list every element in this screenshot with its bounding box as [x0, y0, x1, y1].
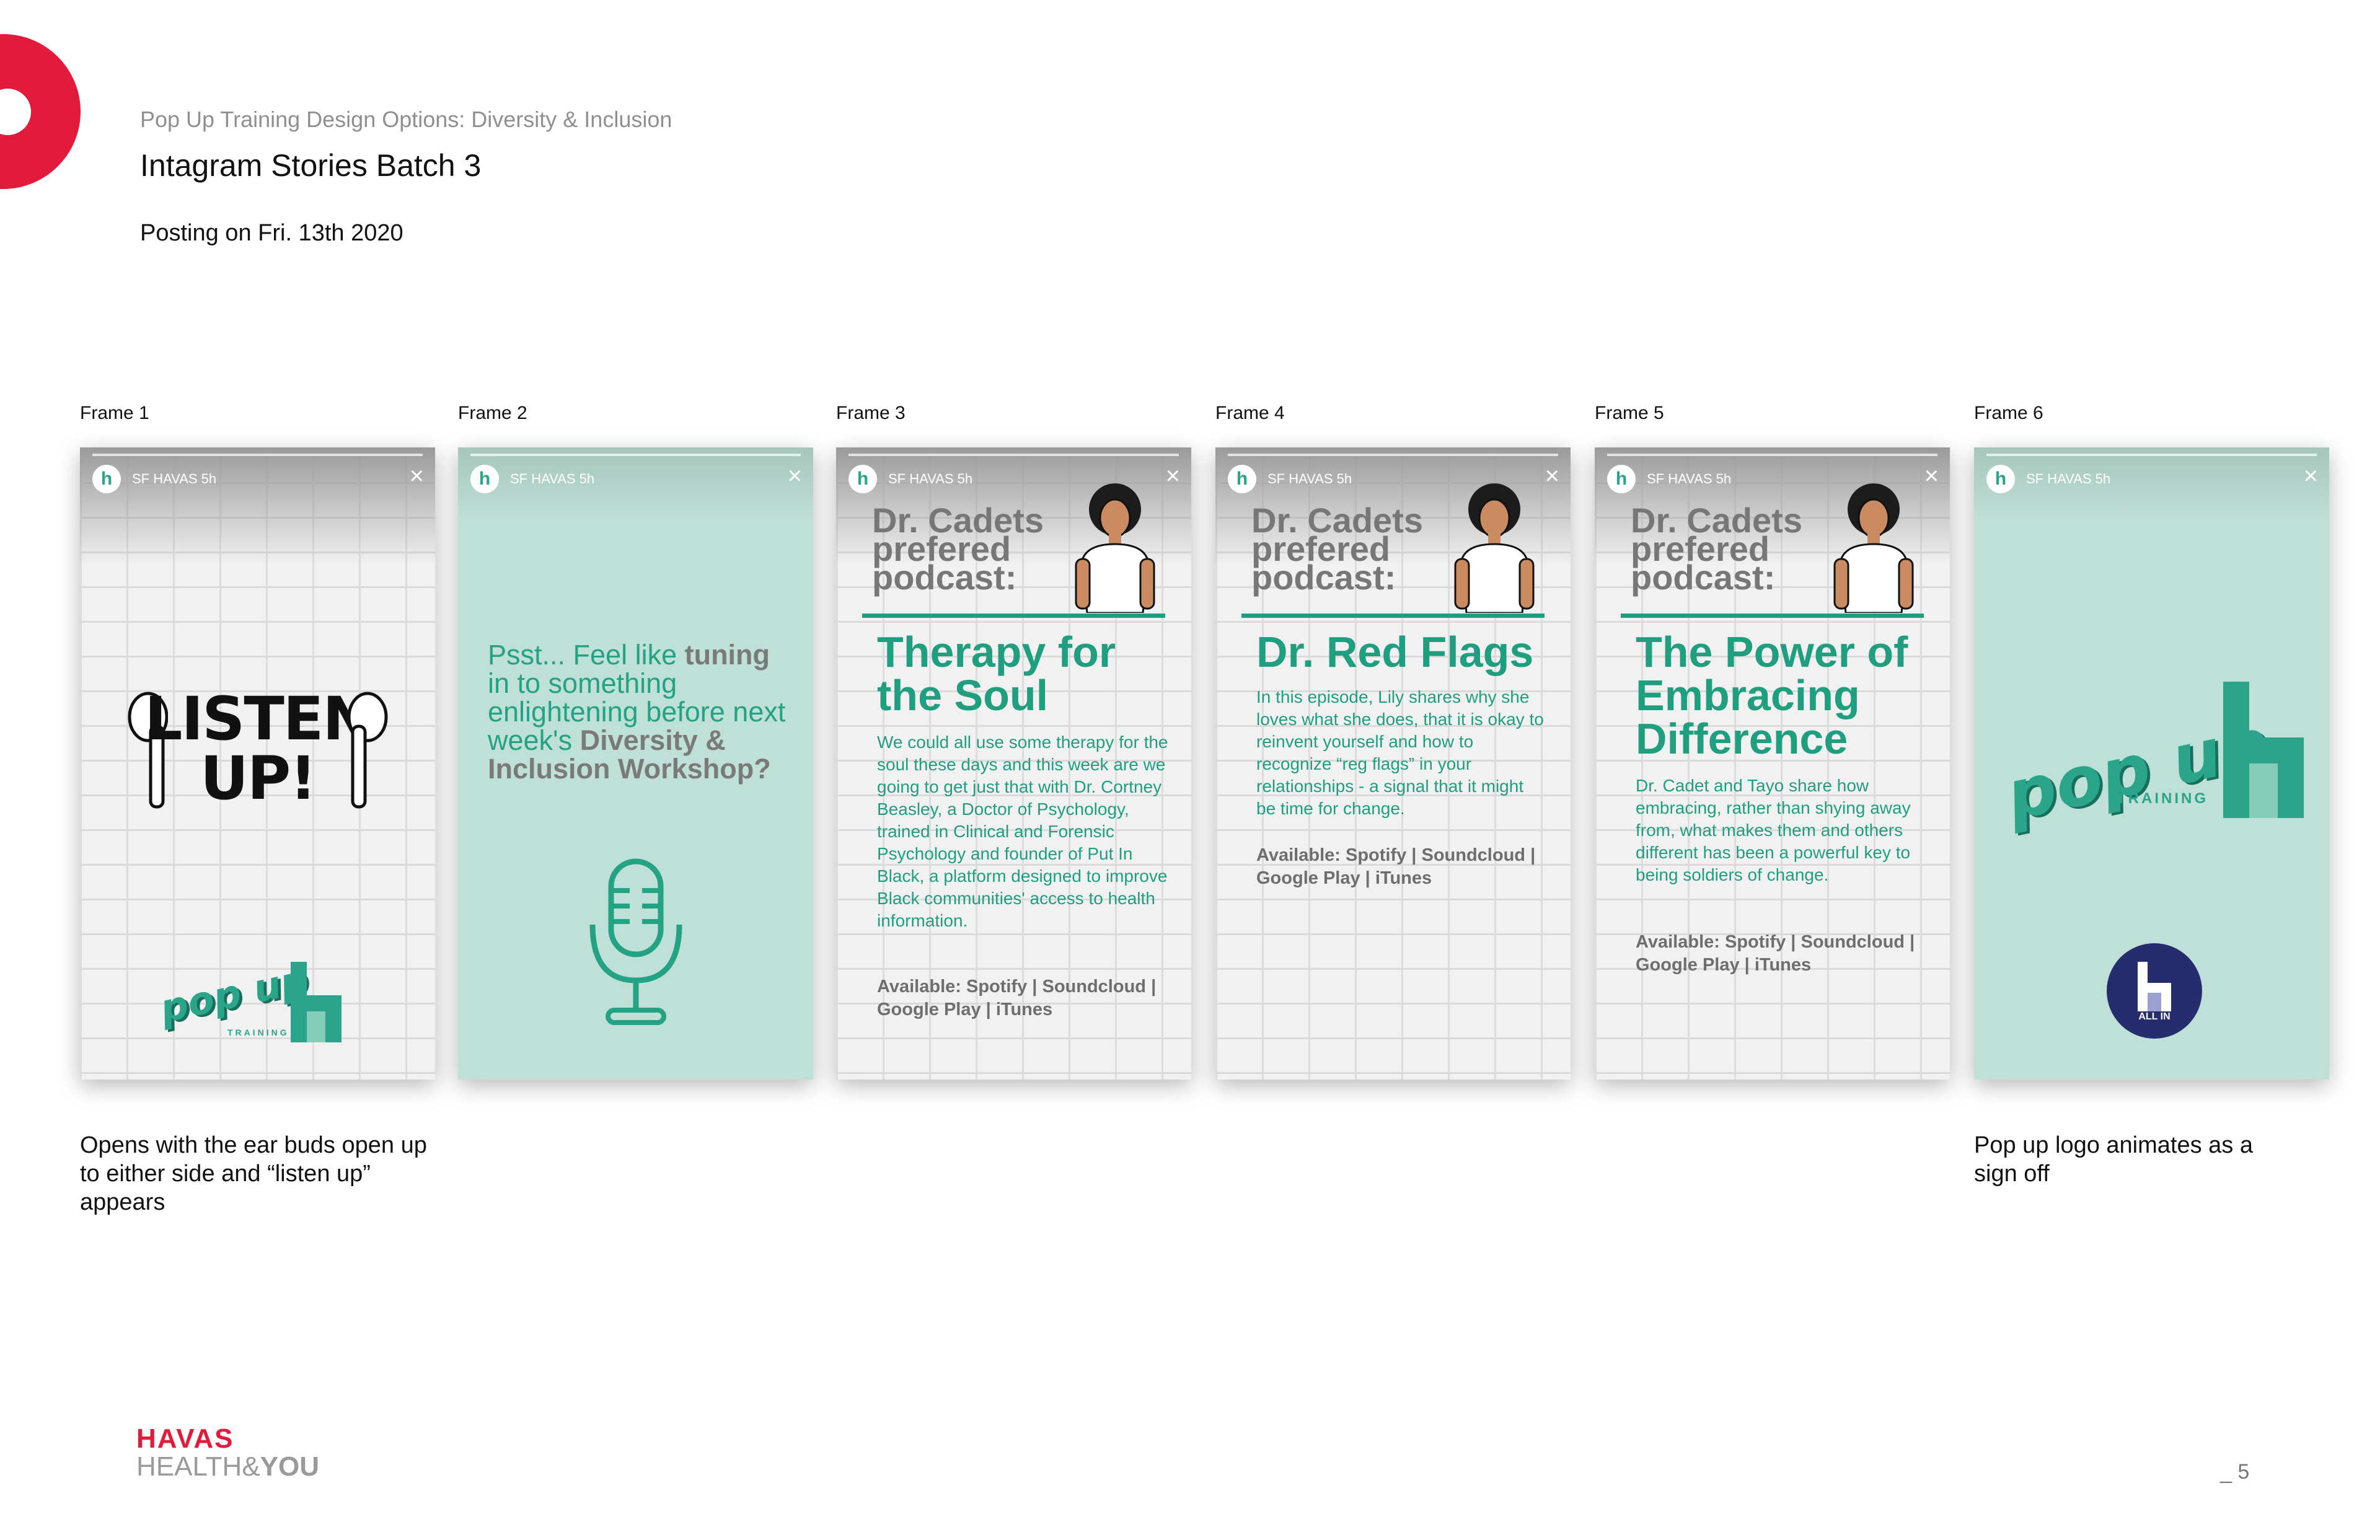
close-icon[interactable]: × — [2304, 464, 2318, 488]
story-progress-bar — [848, 454, 1179, 456]
psst-message: Psst... Feel like tuning in to something… — [488, 641, 798, 783]
health-and-you: HEALTH&YOU — [136, 1453, 319, 1481]
story-frame-1: h SF HAVAS 5h × LISTEN UP! pop up TRAINI… — [80, 447, 435, 1080]
header-divider — [1621, 614, 1924, 618]
all-in-text: ALL IN — [2138, 1011, 2171, 1022]
doctor-illustration — [1833, 483, 1914, 613]
doctor-illustration — [1075, 483, 1155, 613]
health-text: HEALTH& — [136, 1451, 260, 1482]
havas-h-icon: h — [1986, 465, 2015, 493]
podcast-header: Dr. Cadets prefered podcast: — [872, 501, 1044, 597]
havas-h-icon — [291, 962, 342, 1042]
page-title: Intagram Stories Batch 3 — [140, 148, 482, 183]
havas-brand-logo: HAVAS HEALTH&YOU — [136, 1425, 319, 1481]
episode-title: Therapy for the Soul — [877, 628, 1116, 719]
close-icon[interactable]: × — [1166, 464, 1180, 488]
havas-h-icon: h — [470, 465, 499, 493]
episode-description: In this episode, Lily shares why she lov… — [1256, 687, 1544, 818]
availability: Available: Spotify | Soundcloud | Google… — [1256, 845, 1536, 888]
havas-h-icon — [2223, 682, 2304, 818]
story-frame-6: h SF HAVAS 5h × pop up TRAINING ALL IN — [1974, 447, 2329, 1080]
episode-title: The Power of Embracing Difference — [1636, 628, 1908, 763]
close-icon[interactable]: × — [1545, 464, 1559, 488]
episode-description: We could all use some therapy for the so… — [877, 733, 1168, 930]
story-username: SF HAVAS 5h — [1647, 471, 1732, 486]
close-icon[interactable]: × — [410, 464, 424, 488]
training-label: TRAINING — [227, 1027, 289, 1037]
availability: Available: Spotify | Soundcloud | Google… — [1636, 932, 1915, 975]
story-frame-3: h SF HAVAS 5h × Dr. Cadets prefered podc… — [836, 447, 1191, 1080]
episode-description: Dr. Cadet and Tayo share how embracing, … — [1636, 776, 1911, 884]
header-divider — [862, 614, 1165, 618]
frame-label-6: Frame 6 — [1974, 403, 2043, 423]
story-progress-bar — [1986, 454, 2317, 456]
doctor-illustration — [1454, 483, 1535, 613]
airpod-icon — [348, 692, 388, 809]
podcast-header: Dr. Cadets prefered podcast: — [1251, 501, 1423, 597]
story-progress-bar — [92, 454, 423, 456]
havas-h-icon: h — [848, 465, 877, 493]
close-icon[interactable]: × — [788, 464, 802, 488]
frame-6-caption: Pop up logo animates as a sign off — [1974, 1132, 2253, 1187]
story-username: SF HAVAS 5h — [2026, 471, 2111, 486]
posting-date: Posting on Fri. 13th 2020 — [140, 220, 403, 246]
story-username: SF HAVAS 5h — [132, 471, 217, 486]
podcast-header: Dr. Cadets prefered podcast: — [1631, 501, 1802, 597]
you-text: YOU — [260, 1451, 320, 1482]
microphone-icon — [589, 858, 682, 1025]
frame-label-5: Frame 5 — [1595, 403, 1664, 423]
story-progress-bar — [1607, 454, 1937, 456]
availability: Available: Spotify | Soundcloud | Google… — [877, 977, 1157, 1019]
story-frame-5: h SF HAVAS 5h × Dr. Cadets prefered podc… — [1595, 447, 1950, 1080]
story-username: SF HAVAS 5h — [1267, 471, 1352, 486]
page-kicker: Pop Up Training Design Options: Diversit… — [140, 107, 672, 132]
brand-logo-circle — [0, 34, 81, 189]
psst-emphasis: tuning — [684, 639, 770, 671]
top-shade — [80, 447, 435, 565]
havas-h-icon — [2138, 962, 2171, 1011]
frame-label-2: Frame 2 — [458, 403, 527, 423]
story-frame-4: h SF HAVAS 5h × Dr. Cadets prefered podc… — [1215, 447, 1571, 1080]
havas-h-icon: h — [1228, 465, 1256, 493]
story-progress-bar — [1228, 454, 1558, 456]
story-frame-2: h SF HAVAS 5h × Psst... Feel like tuning… — [458, 447, 813, 1080]
header-divider — [1241, 614, 1545, 618]
havas-wordmark: HAVAS — [136, 1423, 234, 1454]
story-username: SF HAVAS 5h — [888, 471, 973, 486]
page-number: _ 5 — [2220, 1460, 2250, 1484]
frame-label-3: Frame 3 — [836, 403, 906, 423]
story-username: SF HAVAS 5h — [510, 471, 595, 486]
all-in-badge: ALL IN — [2107, 943, 2202, 1039]
story-progress-bar — [470, 454, 801, 456]
episode-title: Dr. Red Flags — [1256, 628, 1534, 676]
psst-text: Psst... Feel like — [488, 639, 685, 671]
close-icon[interactable]: × — [1924, 464, 1939, 488]
havas-h-icon: h — [1607, 465, 1636, 493]
listen-up-graphic: LISTEN UP! — [125, 683, 391, 825]
training-label: TRAINING — [2117, 790, 2208, 807]
frame-label-1: Frame 1 — [80, 403, 149, 423]
havas-h-icon: h — [92, 465, 121, 493]
frame-label-4: Frame 4 — [1215, 403, 1285, 423]
pop-up-logo: pop up — [156, 956, 312, 1032]
frame-1-caption: Opens with the ear buds open up to eithe… — [80, 1132, 427, 1215]
